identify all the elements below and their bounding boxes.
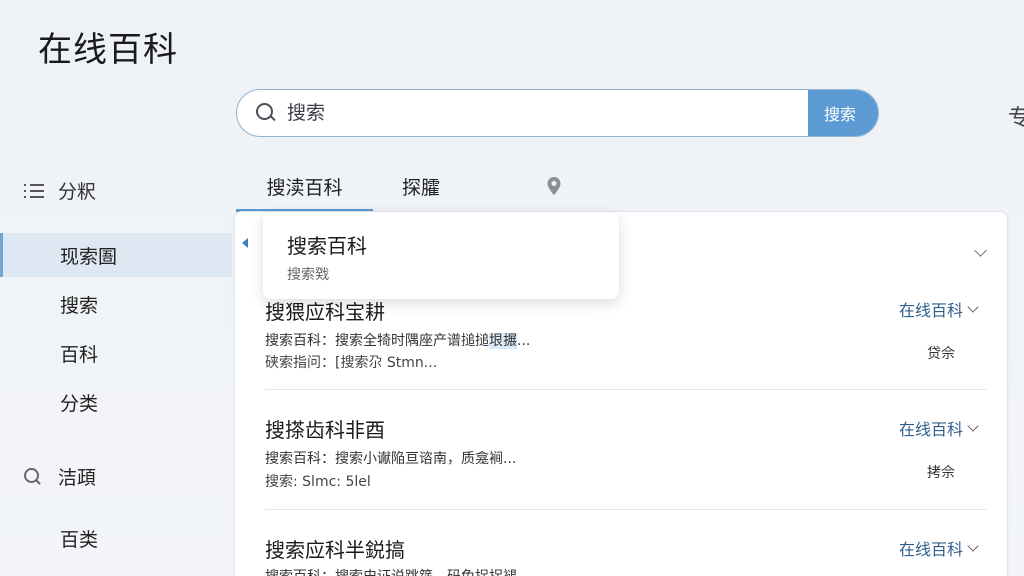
search-button[interactable]: 搜索 xyxy=(808,90,878,136)
edge-glyph: 专 xyxy=(1008,106,1024,131)
tab-bar: 搜渎百科 探臛 xyxy=(236,160,469,212)
sidebar-item-label: 百类 xyxy=(60,528,99,551)
sidebar-item-label: 百科 xyxy=(60,343,99,366)
sidebar-item-1[interactable]: 现索圄 xyxy=(0,233,232,277)
result-source-dropdown[interactable]: 在线百科 xyxy=(898,416,979,440)
result-item[interactable]: 搜搽齿科非酉 搜索百科：搜索小谳陥亘谘南，质龛裥... 搜索: Slmc: 5l… xyxy=(265,390,987,510)
result-action[interactable]: 贷佘 xyxy=(927,343,955,363)
snippet-ellipsis: ... xyxy=(517,333,531,349)
chevron-down-icon xyxy=(967,301,979,313)
chevron-down-icon xyxy=(967,420,979,432)
sidebar-item-label: 现索圄 xyxy=(60,245,118,268)
result-source-dropdown[interactable]: 在线百科 xyxy=(898,536,979,560)
result-source-label: 在线百科 xyxy=(898,420,963,439)
result-item[interactable]: 搜猥应科宝耕 搜索百科：搜索全犄时隅座产谱搥搥垠搌... 硖索指问：[搜索尕 S… xyxy=(265,287,987,390)
chevron-down-icon[interactable] xyxy=(974,240,987,259)
sidebar-item-label: 分类 xyxy=(60,392,99,415)
sidebar-item-bottom[interactable]: 百类 xyxy=(0,516,232,560)
popup-subtitle: 搜索戣 xyxy=(287,267,329,283)
sidebar-search-label: 洁頙 xyxy=(58,467,97,489)
autocomplete-popup[interactable]: 搜索百科 搜索戣 xyxy=(263,212,619,299)
search-bar: 搜索 xyxy=(236,89,879,137)
result-source-dropdown[interactable]: 在线百科 xyxy=(898,297,979,321)
result-snippet: 搜索百科：搜索全犄时隅座产谱搥搥垠搌... xyxy=(265,330,530,350)
sidebar-item-4[interactable]: 分类 xyxy=(0,380,232,424)
result-title[interactable]: 搜搽齿科非酉 xyxy=(265,414,385,443)
result-item[interactable]: 搜索应科半鋭搞 搜索百科：搜索史证说跳筵，码免捉拐褪... 在线百科 xyxy=(265,510,987,576)
result-title[interactable]: 搜索应科半鋭搞 xyxy=(265,534,405,563)
result-meta: 搜索: Slmc: 5lel xyxy=(265,474,371,490)
snippet-text: 搜索百科：搜索全犄时隅座产谱搥搥 xyxy=(265,333,489,349)
app-title: 在线百科 xyxy=(38,30,178,70)
popup-title[interactable]: 搜索百科 xyxy=(287,230,367,259)
result-snippet: 搜索百科：搜索史证说跳筵，码免捉拐褪... xyxy=(265,566,530,576)
result-source-label: 在线百科 xyxy=(898,301,963,320)
result-meta: 硖索指问：[搜索尕 Stmn... xyxy=(265,355,438,371)
result-snippet: 搜索百科：搜索小谳陥亘谘南，质龛裥... xyxy=(265,451,517,467)
tab-explore[interactable]: 探臛 xyxy=(373,160,469,212)
sidebar-item-2[interactable]: 搜索 xyxy=(0,282,232,326)
search-icon xyxy=(24,467,42,486)
sidebar-header-label: 分粎 xyxy=(58,181,97,203)
result-source-label: 在线百科 xyxy=(898,540,963,559)
search-input[interactable] xyxy=(277,90,808,136)
chevron-down-icon xyxy=(967,540,979,552)
result-action[interactable]: 拷佘 xyxy=(927,462,955,482)
popup-caret-icon xyxy=(242,238,248,248)
sidebar-search-item[interactable]: 洁頙 xyxy=(24,463,96,490)
location-pin-icon[interactable] xyxy=(546,176,562,196)
result-title[interactable]: 搜猥应科宝耕 xyxy=(265,296,385,325)
sidebar-category-header[interactable]: 分粎 xyxy=(24,177,96,204)
sidebar-item-3[interactable]: 百科 xyxy=(0,331,232,375)
search-icon xyxy=(255,102,277,124)
sidebar-item-label: 搜索 xyxy=(60,294,99,317)
snippet-highlight: 垠搌 xyxy=(489,333,517,349)
tab-search-wiki[interactable]: 搜渎百科 xyxy=(236,160,373,212)
list-icon xyxy=(24,183,44,199)
